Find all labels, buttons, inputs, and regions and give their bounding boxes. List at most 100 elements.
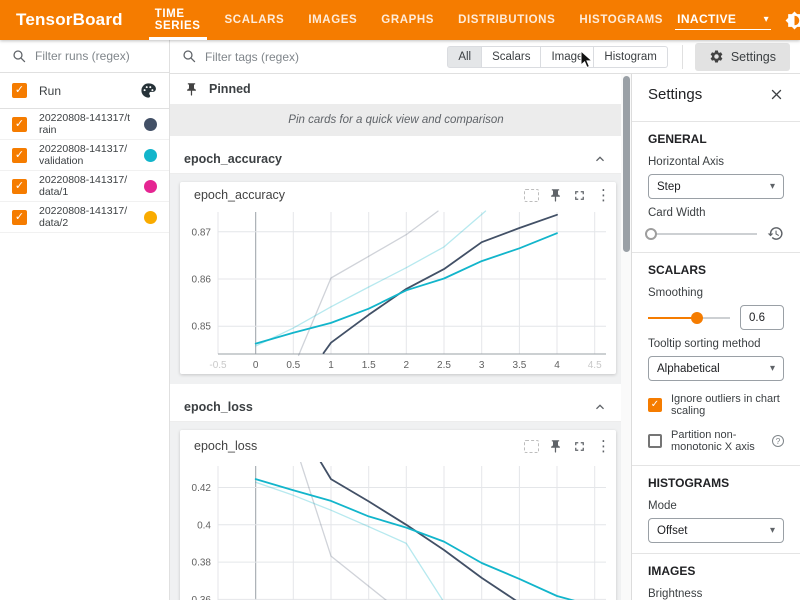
scalar-card-epoch-accuracy: epoch_accuracy ⋮ -0.500.511.522.533.544.… bbox=[180, 182, 616, 374]
settings-scalars-section: SCALARS Smoothing 0.6 Tooltip sorting me… bbox=[632, 263, 800, 453]
run-checkbox[interactable]: ✓ bbox=[12, 148, 27, 163]
svg-text:1.5: 1.5 bbox=[362, 360, 376, 371]
kebab-menu-icon[interactable]: ⋮ bbox=[596, 439, 610, 454]
tooltip-sorting-select[interactable]: Alphabetical ▾ bbox=[648, 356, 784, 381]
ignore-outliers-label: Ignore outliers in chart scaling bbox=[671, 393, 784, 417]
svg-text:2.5: 2.5 bbox=[437, 360, 451, 371]
chevron-down-icon: ▾ bbox=[770, 181, 775, 192]
ignore-outliers-checkbox[interactable]: ✓ bbox=[648, 398, 662, 412]
theme-toggle-icon[interactable] bbox=[785, 11, 800, 30]
chevron-down-icon: ▾ bbox=[770, 363, 775, 374]
tab-time-series[interactable]: TIME SERIES bbox=[143, 0, 213, 40]
tab-images[interactable]: IMAGES bbox=[296, 0, 369, 40]
reset-icon[interactable] bbox=[767, 225, 784, 242]
section-header-epoch-accuracy[interactable]: epoch_accuracy bbox=[170, 144, 622, 174]
filter-button-image[interactable]: Image bbox=[541, 46, 594, 68]
run-checkbox[interactable]: ✓ bbox=[12, 179, 27, 194]
kebab-menu-icon[interactable]: ⋮ bbox=[596, 188, 610, 203]
card-width-slider[interactable] bbox=[648, 227, 757, 241]
epoch-accuracy-chart[interactable]: -0.500.511.522.533.544.50.850.860.87 bbox=[182, 208, 612, 374]
palette-icon[interactable] bbox=[140, 82, 157, 99]
filter-runs-field[interactable]: Filter runs (regex) bbox=[0, 40, 169, 73]
help-icon[interactable]: ? bbox=[772, 435, 784, 447]
horizontal-axis-select[interactable]: Step ▾ bbox=[648, 174, 784, 199]
tab-distributions[interactable]: DISTRIBUTIONS bbox=[446, 0, 567, 40]
fit-to-data-icon[interactable] bbox=[524, 440, 539, 453]
svg-text:0: 0 bbox=[253, 360, 259, 371]
pin-icon[interactable] bbox=[548, 188, 563, 203]
settings-button[interactable]: Settings bbox=[695, 43, 790, 71]
gear-icon bbox=[709, 49, 724, 64]
fit-to-data-icon[interactable] bbox=[524, 189, 539, 202]
fullscreen-icon[interactable] bbox=[572, 188, 587, 203]
chevron-up-icon[interactable] bbox=[592, 399, 608, 415]
filter-runs-placeholder: Filter runs (regex) bbox=[35, 49, 130, 63]
filter-button-scalars[interactable]: Scalars bbox=[482, 46, 541, 68]
pinned-section-header: Pinned bbox=[170, 74, 622, 104]
smoothing-input[interactable]: 0.6 bbox=[740, 305, 784, 330]
svg-text:-0.5: -0.5 bbox=[209, 360, 227, 371]
horizontal-axis-label: Horizontal Axis bbox=[648, 156, 784, 168]
run-checkbox[interactable]: ✓ bbox=[12, 210, 27, 225]
toolbar-divider bbox=[682, 45, 683, 69]
pin-icon[interactable] bbox=[548, 439, 563, 454]
histograms-heading: HISTOGRAMS bbox=[648, 476, 784, 490]
settings-images-section: IMAGES Brightness Contrast ✓ Show actual… bbox=[632, 564, 800, 600]
horizontal-axis-value: Step bbox=[657, 181, 681, 193]
svg-text:0.85: 0.85 bbox=[192, 322, 212, 333]
card-title: epoch_accuracy bbox=[194, 188, 524, 202]
run-row[interactable]: ✓ 20220808-141317/train bbox=[0, 109, 169, 140]
epoch-loss-chart[interactable]: -0.500.511.522.533.544.50.340.360.380.40… bbox=[182, 462, 612, 600]
partition-x-row[interactable]: ✓ Partition non-monotonic X axis ? bbox=[648, 429, 784, 453]
smoothing-slider[interactable] bbox=[648, 311, 730, 325]
mode-label: Mode bbox=[648, 500, 784, 512]
filter-button-histogram[interactable]: Histogram bbox=[594, 46, 667, 68]
fullscreen-icon[interactable] bbox=[572, 439, 587, 454]
run-name: 20220808-141317/data/1 bbox=[39, 174, 132, 198]
chevron-up-icon[interactable] bbox=[592, 151, 608, 167]
settings-histograms-section: HISTOGRAMS Mode Offset ▾ bbox=[632, 476, 800, 543]
close-icon[interactable] bbox=[769, 87, 784, 102]
run-row[interactable]: ✓ 20220808-141317/data/1 bbox=[0, 171, 169, 202]
search-icon bbox=[12, 49, 27, 64]
run-color-dot bbox=[144, 180, 157, 193]
svg-text:0.38: 0.38 bbox=[192, 558, 212, 569]
runs-sidebar: Filter runs (regex) ✓ Run ✓ 20220808-141… bbox=[0, 40, 170, 600]
pin-icon bbox=[184, 82, 199, 97]
svg-text:4.5: 4.5 bbox=[588, 360, 602, 371]
main-scrollbar-track[interactable] bbox=[621, 74, 631, 600]
tab-scalars[interactable]: SCALARS bbox=[213, 0, 297, 40]
run-color-dot bbox=[144, 211, 157, 224]
reload-status-select[interactable]: INACTIVE ▾ bbox=[675, 10, 771, 30]
cards-main-area: Pinned Pin cards for a quick view and co… bbox=[170, 74, 622, 600]
histogram-mode-select[interactable]: Offset ▾ bbox=[648, 518, 784, 543]
run-row[interactable]: ✓ 20220808-141317/data/2 bbox=[0, 202, 169, 233]
reload-status-value: INACTIVE bbox=[677, 12, 736, 26]
ignore-outliers-row[interactable]: ✓ Ignore outliers in chart scaling bbox=[648, 393, 784, 417]
card-title: epoch_loss bbox=[194, 439, 524, 453]
run-checkbox[interactable]: ✓ bbox=[12, 117, 27, 132]
partition-x-label: Partition non-monotonic X axis bbox=[671, 429, 763, 453]
svg-text:0.36: 0.36 bbox=[192, 595, 212, 600]
top-navbar: TensorBoard TIME SERIES SCALARS IMAGES G… bbox=[0, 0, 800, 40]
section-body-epoch-loss: epoch_loss ⋮ -0.500.511.522.533.544.50.3… bbox=[170, 422, 622, 600]
section-header-epoch-loss[interactable]: epoch_loss bbox=[170, 392, 622, 422]
tooltip-sorting-label: Tooltip sorting method bbox=[648, 338, 784, 350]
run-name: 20220808-141317/train bbox=[39, 112, 132, 136]
pinned-empty-message: Pin cards for a quick view and compariso… bbox=[288, 114, 503, 126]
main-scrollbar-thumb[interactable] bbox=[623, 76, 630, 252]
filter-button-all[interactable]: All bbox=[447, 46, 482, 68]
filter-tags-field[interactable]: Filter tags (regex) bbox=[170, 49, 447, 64]
general-heading: GENERAL bbox=[648, 132, 784, 146]
svg-text:0.4: 0.4 bbox=[197, 520, 211, 531]
tab-histograms[interactable]: HISTOGRAMS bbox=[567, 0, 675, 40]
smoothing-label: Smoothing bbox=[648, 287, 784, 299]
tab-graphs[interactable]: GRAPHS bbox=[369, 0, 446, 40]
run-row[interactable]: ✓ 20220808-141317/validation bbox=[0, 140, 169, 171]
pinned-empty-state: Pin cards for a quick view and compariso… bbox=[170, 104, 622, 136]
brightness-label: Brightness bbox=[648, 588, 784, 600]
card-width-label: Card Width bbox=[648, 207, 784, 219]
select-all-runs-checkbox[interactable]: ✓ bbox=[12, 83, 27, 98]
pinned-title: Pinned bbox=[209, 82, 251, 96]
partition-x-checkbox[interactable]: ✓ bbox=[648, 434, 662, 448]
